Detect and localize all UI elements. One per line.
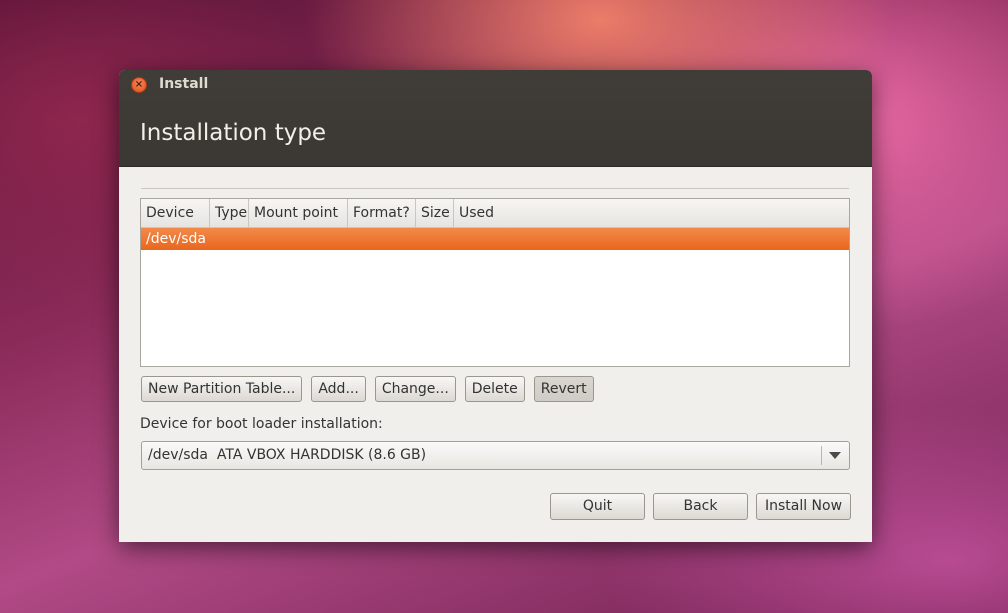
column-type[interactable]: Type [210,199,249,227]
revert-button[interactable]: Revert [533,376,594,402]
column-size[interactable]: Size [416,199,454,227]
column-device[interactable]: Device [141,199,210,227]
bootloader-device-select[interactable]: /dev/sda ATA VBOX HARDDISK (8.6 GB) [141,441,850,470]
title-bar: × Install Installation type [119,70,872,167]
quit-button[interactable]: Quit [550,493,645,520]
partition-button-row: New Partition Table... Add... Change... … [141,376,603,402]
page-title: Installation type [140,120,327,146]
column-mount-point[interactable]: Mount point [249,199,348,227]
chevron-down-icon[interactable] [829,452,841,459]
install-now-button[interactable]: Install Now [756,493,851,520]
delete-button[interactable]: Delete [464,376,525,402]
change-button[interactable]: Change... [374,376,456,402]
installer-window: × Install Installation type Device Type … [119,70,872,542]
column-used[interactable]: Used [454,199,849,227]
dialog-actions: Quit Back Install Now [550,493,851,520]
new-partition-table-button[interactable]: New Partition Table... [141,376,303,402]
combo-divider [821,446,822,465]
add-button[interactable]: Add... [311,376,366,402]
bootloader-selected-value: /dev/sda ATA VBOX HARDDISK (8.6 GB) [148,447,427,463]
close-icon[interactable]: × [131,77,147,93]
divider [141,188,849,189]
row-device: /dev/sda [146,231,206,247]
column-format[interactable]: Format? [348,199,416,227]
back-button[interactable]: Back [653,493,748,520]
window-title: Install [159,76,209,92]
bootloader-label: Device for boot loader installation: [140,416,383,432]
table-row[interactable]: /dev/sda [141,228,849,250]
partition-table[interactable]: Device Type Mount point Format? Size Use… [140,198,850,367]
table-header: Device Type Mount point Format? Size Use… [141,199,849,228]
